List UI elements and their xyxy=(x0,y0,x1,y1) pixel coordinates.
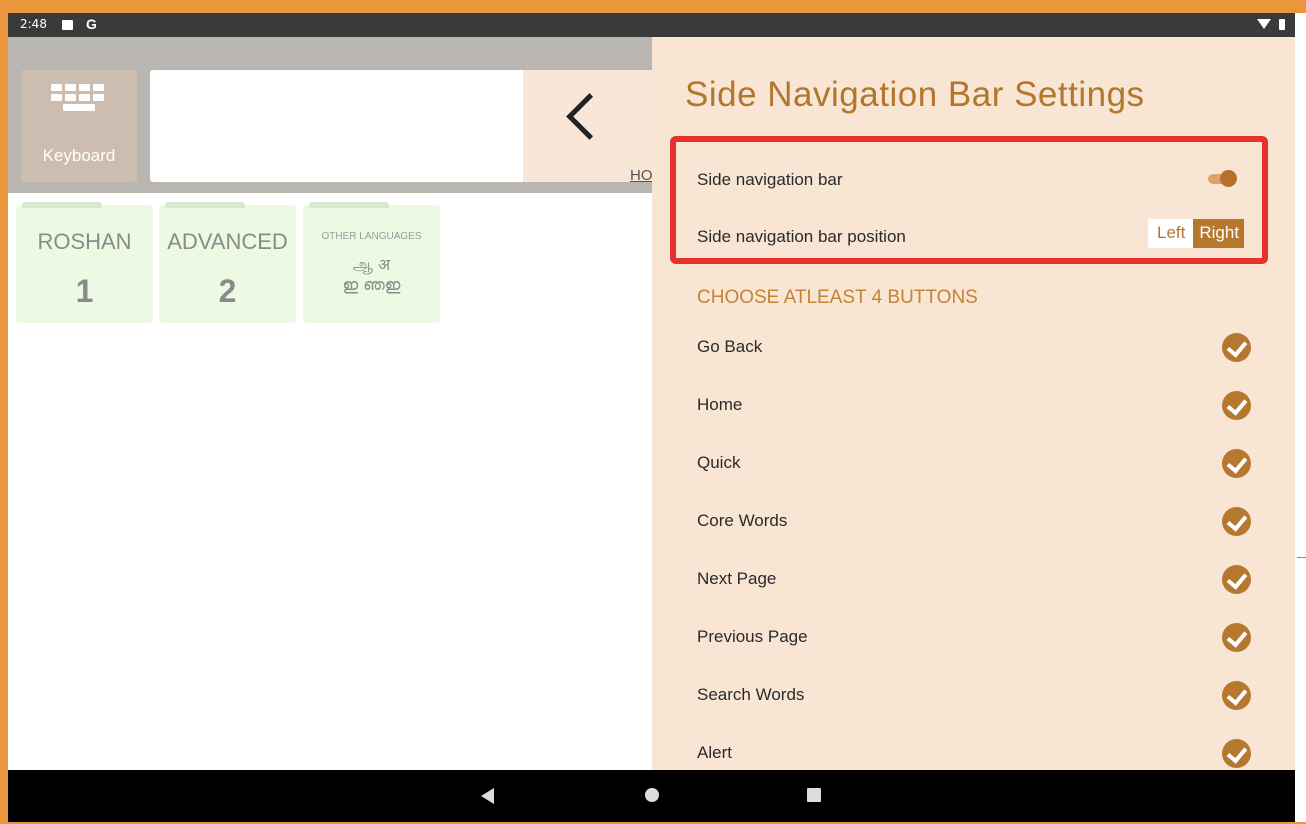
nav-home-icon[interactable] xyxy=(645,788,659,802)
option-label: Previous Page xyxy=(697,627,808,646)
keyboard-button[interactable]: Keyboard xyxy=(21,70,137,182)
section-heading: CHOOSE ATLEAST 4 BUTTONS xyxy=(697,287,978,308)
keyboard-icon xyxy=(51,84,107,124)
home-link[interactable]: HO xyxy=(630,167,653,184)
option-label: Next Page xyxy=(697,569,777,588)
option-quick[interactable]: Quick xyxy=(652,445,1295,485)
position-right-option[interactable]: Right xyxy=(1193,219,1245,248)
check-icon[interactable] xyxy=(1222,565,1251,594)
folder-roshan[interactable]: ROSHAN 1 xyxy=(16,202,153,323)
check-icon[interactable] xyxy=(1222,681,1251,710)
option-search-words[interactable]: Search Words xyxy=(652,677,1295,717)
device-screen: 2:48 G Keyboard HO ROSHAN 1 ADVANCED 2 O… xyxy=(8,13,1295,822)
nav-recents-icon[interactable] xyxy=(807,788,821,802)
position-left-option[interactable]: Left xyxy=(1148,219,1194,248)
folder-advanced[interactable]: ADVANCED 2 xyxy=(159,202,296,323)
folder-script-line: ஆ अ xyxy=(352,255,391,274)
option-label: Alert xyxy=(697,743,732,762)
side-nav-toggle[interactable] xyxy=(1208,167,1237,191)
folder-title: OTHER LANGUAGES xyxy=(321,231,422,242)
option-home[interactable]: Home xyxy=(652,387,1295,427)
option-label: Go Back xyxy=(697,337,763,356)
option-alert[interactable]: Alert xyxy=(652,735,1295,770)
battery-icon xyxy=(1279,19,1285,30)
position-segmented-control: Left Right xyxy=(1148,219,1245,248)
wifi-icon xyxy=(1257,19,1271,29)
check-icon[interactable] xyxy=(1222,507,1251,536)
app-top-bar: Keyboard xyxy=(8,37,652,193)
check-icon[interactable] xyxy=(1222,449,1251,478)
option-label: Core Words xyxy=(697,511,788,530)
option-next-page[interactable]: Next Page xyxy=(652,561,1295,601)
edge-divider xyxy=(1297,557,1306,558)
folder-number: 2 xyxy=(218,273,237,309)
side-nav-label: Side navigation bar xyxy=(697,170,843,189)
check-icon[interactable] xyxy=(1222,739,1251,768)
option-label: Quick xyxy=(697,453,741,472)
settings-panel: Side Navigation Bar Settings Side naviga… xyxy=(652,37,1295,770)
system-nav-bar xyxy=(8,770,1295,822)
google-icon: G xyxy=(86,16,97,32)
keyboard-label: Keyboard xyxy=(42,146,116,165)
nav-back-icon[interactable] xyxy=(481,788,494,804)
position-label: Side navigation bar position xyxy=(697,227,906,246)
option-label: Home xyxy=(697,395,743,414)
folder-script-line: ഇ ഞഇ xyxy=(342,275,401,294)
folder-title: ROSHAN xyxy=(37,229,132,254)
chevron-left-icon xyxy=(566,93,613,140)
option-previous-page[interactable]: Previous Page xyxy=(652,619,1295,659)
check-icon[interactable] xyxy=(1222,333,1251,362)
status-time: 2:48 xyxy=(20,17,47,31)
folder-title: ADVANCED xyxy=(167,229,288,254)
page-title: Side Navigation Bar Settings xyxy=(685,75,1145,114)
check-icon[interactable] xyxy=(1222,391,1251,420)
check-icon[interactable] xyxy=(1222,623,1251,652)
folder-other-languages[interactable]: OTHER LANGUAGES ஆ अ ഇ ഞഇ xyxy=(303,202,440,323)
right-edge xyxy=(1295,13,1306,822)
image-notification-icon xyxy=(62,20,73,30)
status-bar: 2:48 G xyxy=(8,13,1295,37)
folder-number: 1 xyxy=(75,273,94,309)
option-label: Search Words xyxy=(697,685,805,704)
option-core-words[interactable]: Core Words xyxy=(652,503,1295,543)
back-button[interactable] xyxy=(523,70,652,182)
option-go-back[interactable]: Go Back xyxy=(652,329,1295,369)
